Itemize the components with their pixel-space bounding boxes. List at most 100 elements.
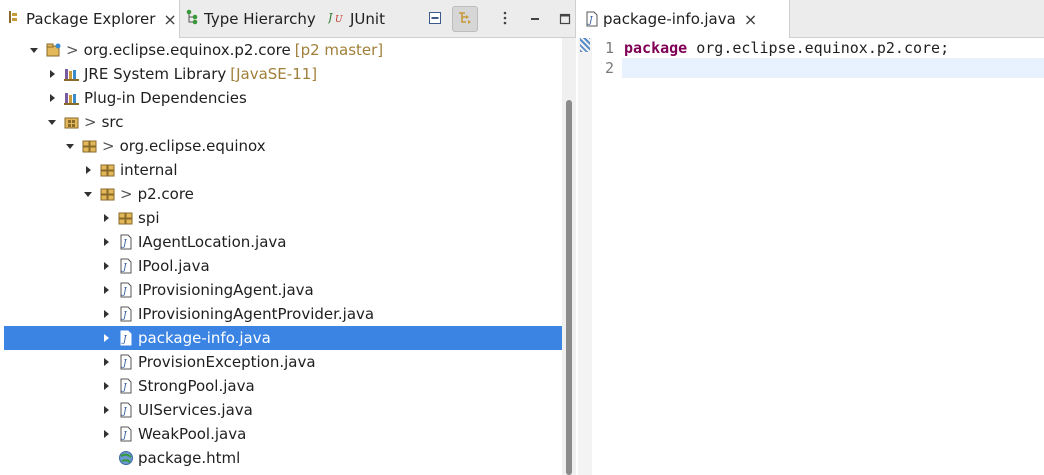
chevron-right-icon[interactable] xyxy=(46,92,58,104)
tab-label: package-info.java xyxy=(603,10,736,28)
tree-item-label: IAgentLocation.java xyxy=(138,233,287,251)
git-dirty-marker: > xyxy=(66,41,79,59)
java-file-icon: J xyxy=(118,306,134,322)
tree-item-label: src xyxy=(101,113,124,131)
tree-item-decoration: [p2 master] xyxy=(294,41,384,59)
tree-item[interactable]: Plug-in Dependencies xyxy=(4,86,562,110)
chevron-down-icon[interactable] xyxy=(46,116,58,128)
tree-item-label: p2.core xyxy=(137,185,194,203)
library-icon xyxy=(64,66,80,82)
tree-item[interactable]: J WeakPool.java xyxy=(4,422,562,446)
tab-label: Package Explorer xyxy=(26,10,156,28)
chevron-right-icon[interactable] xyxy=(100,236,112,248)
package-explorer-icon xyxy=(6,10,20,28)
link-with-editor-button[interactable] xyxy=(452,6,478,32)
java-file-icon: J xyxy=(118,354,134,370)
tree-item-label: ProvisionException.java xyxy=(138,353,316,371)
minimize-button[interactable] xyxy=(522,6,548,32)
java-file-icon: J xyxy=(118,426,134,442)
maximize-button[interactable] xyxy=(552,6,578,32)
tree-item[interactable]: internal xyxy=(4,158,562,182)
chevron-down-icon[interactable] xyxy=(28,44,40,56)
tree-item-label: UIServices.java xyxy=(138,401,253,419)
tree-item-label: Plug-in Dependencies xyxy=(84,89,247,107)
svg-text:J: J xyxy=(328,11,333,24)
package-icon xyxy=(100,162,116,178)
tree-item[interactable]: > org.eclipse.equinox.p2.core [p2 master] xyxy=(4,38,562,62)
tab-package-info-java[interactable]: J package-info.java × xyxy=(578,0,790,38)
tree-item-label: package.html xyxy=(138,449,241,467)
source-folder-icon xyxy=(64,114,80,130)
close-icon[interactable]: × xyxy=(744,10,757,29)
tree-item[interactable]: J StrongPool.java xyxy=(4,374,562,398)
code-line-current[interactable] xyxy=(622,58,1044,78)
chevron-right-icon[interactable] xyxy=(100,260,112,272)
editor-tabbar: J package-info.java × xyxy=(578,0,1044,38)
tab-junit[interactable]: J U JUnit xyxy=(326,0,388,38)
java-file-icon: J xyxy=(118,234,134,250)
java-file-icon: J xyxy=(118,258,134,274)
tree-item-label: StrongPool.java xyxy=(138,377,255,395)
tree-item[interactable]: J IProvisioningAgent.java xyxy=(4,278,562,302)
tree-item-selected[interactable]: Jpackage-info.java xyxy=(4,326,562,350)
tab-type-hierarchy[interactable]: Type Hierarchy xyxy=(186,0,326,38)
editor-text-area[interactable]: 1 2 package org.eclipse.equinox.p2.core; xyxy=(578,38,1044,475)
chevron-right-icon[interactable] xyxy=(100,356,112,368)
chevron-right-icon[interactable] xyxy=(46,68,58,80)
chevron-right-icon[interactable] xyxy=(100,284,112,296)
tree-item[interactable]: package.html xyxy=(4,446,562,470)
chevron-right-icon[interactable] xyxy=(100,332,112,344)
tree-item[interactable]: > src xyxy=(4,110,562,134)
library-icon xyxy=(64,90,80,106)
java-file-icon: J xyxy=(118,330,134,346)
explorer-tabbar: Package Explorer × Type Hierarchy J U JU… xyxy=(0,0,575,38)
code-text: org.eclipse.equinox.p2.core; xyxy=(687,39,950,57)
tree-item[interactable]: J IPool.java xyxy=(4,254,562,278)
tree-item[interactable]: J IProvisioningAgentProvider.java xyxy=(4,302,562,326)
java-editor: J package-info.java × 1 2 package org.ec… xyxy=(578,0,1044,475)
git-dirty-marker: > xyxy=(84,113,97,131)
tree-item-label: IPool.java xyxy=(138,257,210,275)
collapse-all-button[interactable] xyxy=(422,6,448,32)
tree-item[interactable]: > org.eclipse.equinox xyxy=(4,134,562,158)
chevron-right-icon[interactable] xyxy=(100,212,112,224)
package-icon xyxy=(100,186,116,202)
tree-item[interactable]: J ProvisionException.java xyxy=(4,350,562,374)
chevron-right-icon[interactable] xyxy=(82,164,94,176)
java-file-icon: J xyxy=(586,11,598,27)
chevron-right-icon[interactable] xyxy=(100,380,112,392)
tab-label: Type Hierarchy xyxy=(204,10,316,28)
tree-item-label: package-info.java xyxy=(138,329,271,347)
eclipse-workbench: Package Explorer × Type Hierarchy J U JU… xyxy=(0,0,1044,475)
project-icon xyxy=(46,42,62,58)
chevron-down-icon[interactable] xyxy=(82,188,94,200)
git-dirty-marker: > xyxy=(102,137,115,155)
chevron-down-icon[interactable] xyxy=(64,140,76,152)
package-icon xyxy=(118,210,134,226)
tree-item[interactable]: J UIServices.java xyxy=(4,398,562,422)
close-icon[interactable]: × xyxy=(163,10,176,29)
package-icon xyxy=(82,138,98,154)
tree-item-label: spi xyxy=(138,209,160,227)
scrollbar-thumb[interactable] xyxy=(566,100,572,475)
chevron-right-icon[interactable] xyxy=(100,308,112,320)
svg-text:U: U xyxy=(335,15,343,24)
package-explorer-view: Package Explorer × Type Hierarchy J U JU… xyxy=(0,0,576,475)
git-dirty-marker: > xyxy=(120,185,133,203)
tree-item[interactable]: spi xyxy=(4,206,562,230)
tree-item-label: IProvisioningAgentProvider.java xyxy=(138,305,375,323)
junit-icon: J U xyxy=(326,10,344,28)
tree-item[interactable]: JRE System Library [JavaSE-11] xyxy=(4,62,562,86)
tab-package-explorer[interactable]: Package Explorer × xyxy=(0,0,180,38)
java-file-icon: J xyxy=(118,402,134,418)
explorer-toolbar xyxy=(418,6,578,32)
code-line[interactable]: package org.eclipse.equinox.p2.core; xyxy=(622,38,1044,58)
overview-ruler xyxy=(578,38,592,475)
type-hierarchy-icon xyxy=(186,9,198,29)
chevron-right-icon[interactable] xyxy=(100,428,112,440)
view-menu-button[interactable] xyxy=(492,6,518,32)
tree-item[interactable]: > p2.core xyxy=(4,182,562,206)
tree-item[interactable]: J IAgentLocation.java xyxy=(4,230,562,254)
chevron-right-icon[interactable] xyxy=(100,404,112,416)
link-with-editor-icon xyxy=(457,9,473,29)
